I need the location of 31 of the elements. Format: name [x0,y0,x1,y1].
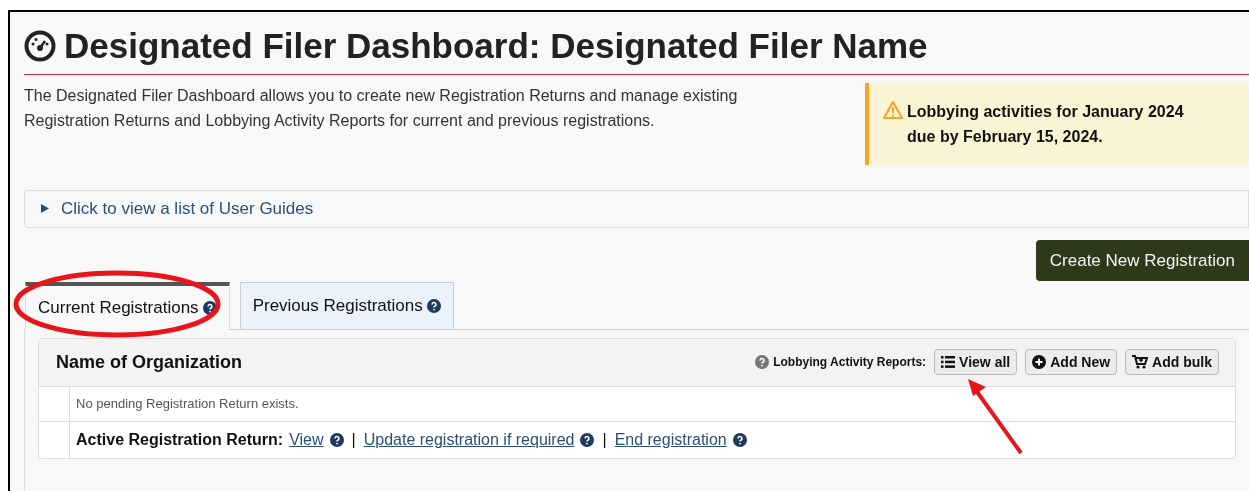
alert-message: Lobbying activities for January 2024 due by February 15, 2024. [907,101,1185,147]
link-separator: | [350,429,357,450]
create-registration-button[interactable]: Create New Registration [1035,239,1249,281]
report-action-button[interactable]: View all [934,349,1018,376]
plus-circle-icon [1032,355,1047,370]
page-description: The Designated Filer Dashboard allows you to create new Registration Returns and manage existing Registration Returns and Lobbying Activity Reports for current and previous registrations. [24,85,739,131]
help-icon [202,300,217,315]
help-icon [755,355,770,370]
registration-tab[interactable]: Previous Registrations [239,281,454,330]
report-action-button[interactable]: Add New [1025,349,1118,376]
help-icon [426,298,441,313]
user-guides-toggle[interactable]: Click to view a list of User Guides [24,189,1249,228]
warning-icon [883,100,903,119]
dashboard-gauge-icon [24,29,56,62]
registration-link[interactable]: View [289,427,324,452]
help-icon [329,432,344,447]
cart-icon [1132,355,1149,370]
organization-name: Name of Organization [56,350,243,374]
page-title: Designated Filer Dashboard: Designated Filer Name [64,25,928,67]
registration-link[interactable]: Update registration if required [363,427,575,452]
registration-link[interactable]: End registration [614,427,727,452]
report-action-button[interactable]: Add bulk [1125,349,1219,376]
link-separator: | [601,429,608,450]
pending-status-text: No pending Registration Return exists. [75,395,299,413]
help-icon [580,432,595,447]
registration-tab[interactable]: Current Registrations [25,281,230,330]
list-icon [941,356,956,369]
reports-label: Lobbying Activity Reports: [773,354,927,372]
active-return-label: Active Registration Return: [76,429,284,450]
help-icon [732,432,747,447]
disclosure-triangle-icon [41,204,49,214]
